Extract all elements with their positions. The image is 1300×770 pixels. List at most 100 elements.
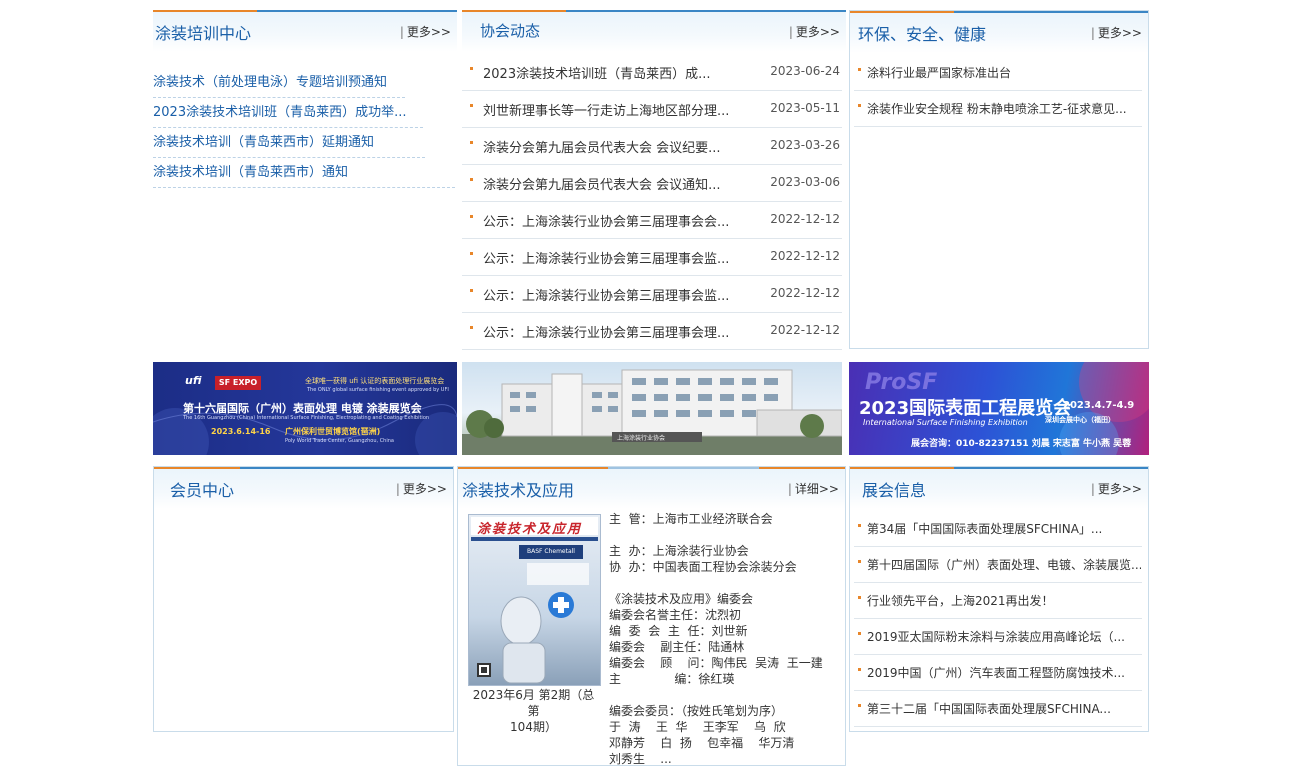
bullet-icon <box>470 326 473 329</box>
news-date: 2022-12-12 <box>770 212 840 226</box>
news-date: 2022-12-12 <box>770 323 840 337</box>
bullet-icon <box>858 524 861 527</box>
expo-title: 展会信息 <box>862 481 927 500</box>
cover-robot-illustration <box>477 563 589 684</box>
journal-editorial-info: 主 管：上海市工业经济联合会 主 办：上海涂装行业协会 协 办：中国表面工程协会… <box>609 512 823 766</box>
news-more-link[interactable]: 更多>> <box>789 23 840 40</box>
expo-panel: 展会信息 更多>> 第34届「中国国际表面处理展SFCHINA」... 第十四届… <box>849 466 1149 732</box>
news-row[interactable]: 公示：上海涂装行业协会第三届理事会监... 2022-12-12 <box>462 276 842 313</box>
header-rule <box>608 467 759 469</box>
journal-detail-link[interactable]: 详细>> <box>788 480 839 497</box>
header-accent <box>850 11 954 13</box>
ehs-item-text[interactable]: 涂装作业安全规程 粉末静电喷涂工艺-征求意见... <box>867 100 1141 117</box>
banner-venue-en: Poly World Trade Center, Guangzhou, Chin… <box>285 438 394 444</box>
training-item[interactable]: 涂装技术培训（青岛莱西市）延期通知 <box>153 131 425 158</box>
banner-tag: 全球唯一获得 ufi 认证的表面处理行业展览会 <box>305 377 445 385</box>
news-title-text[interactable]: 涂装分会第九届会员代表大会 会议通知... <box>483 174 751 193</box>
bullet-icon <box>470 178 473 181</box>
header-accent <box>458 467 608 469</box>
journal-header: 涂装技术及应用 详细>> <box>458 467 845 509</box>
bullet-icon <box>470 289 473 292</box>
banner-venue: 广州保利世贸博览馆(琶洲) <box>285 427 381 436</box>
building-sign: 上海涂装行业协会 <box>617 435 666 442</box>
expo-row[interactable]: 第34届「中国国际表面处理展SFCHINA」... <box>854 510 1142 547</box>
news-date: 2022-12-12 <box>770 249 840 263</box>
banner-date: 2023.6.14-16 <box>211 427 271 436</box>
news-date: 2022-12-12 <box>770 286 840 300</box>
training-header: 涂装培训中心 更多>> <box>153 10 457 52</box>
banner-subtitle: International Surface Finishing Exhibiti… <box>863 418 1028 427</box>
prosf-logo: ProSF <box>865 370 938 395</box>
ehs-more-link[interactable]: 更多>> <box>1091 24 1142 41</box>
expo-item-text[interactable]: 第34届「中国国际表面处理展SFCHINA」... <box>867 520 1141 537</box>
expo-header: 展会信息 更多>> <box>850 467 1148 509</box>
training-item[interactable]: 涂装技术培训（青岛莱西市）通知 <box>153 161 455 188</box>
header-accent <box>462 10 566 12</box>
journal-issue-line1: 2023年6月 第2期（总第 <box>472 688 595 718</box>
header-rule <box>954 467 1148 469</box>
expo-row[interactable]: 第十四届国际（广州）表面处理、电镀、涂装展览... <box>854 546 1142 583</box>
news-title-text[interactable]: 公示：上海涂装行业协会第三届理事会会... <box>483 211 751 230</box>
expo-row[interactable]: 2019中国（广州）汽车表面工程暨防腐蚀技术... <box>854 654 1142 691</box>
expo-row[interactable]: 第三十二届「中国国际表面处理展SFCHINA... <box>854 690 1142 727</box>
news-title-text[interactable]: 公示：上海涂装行业协会第三届理事会理... <box>483 322 751 341</box>
ehs-header: 环保、安全、健康 更多>> <box>850 11 1148 53</box>
banner-venue: 深圳会展中心（福田） <box>1045 416 1115 424</box>
expo-row[interactable]: 行业领先平台，上海2021再出发！ <box>854 582 1142 619</box>
training-more-link[interactable]: 更多>> <box>400 23 451 40</box>
bullet-icon <box>470 215 473 218</box>
bullet-icon <box>858 596 861 599</box>
ehs-row[interactable]: 涂料行业最严国家标准出台 <box>854 54 1142 91</box>
expo-item-text[interactable]: 行业领先平台，上海2021再出发！ <box>867 592 1141 609</box>
training-item[interactable]: 涂装技术（前处理电泳）专题培训预通知 <box>153 71 405 98</box>
expo-banner-shenzhen[interactable]: ProSF 2023国际表面工程展览会 International Surfac… <box>849 362 1149 455</box>
expo-more-link[interactable]: 更多>> <box>1091 480 1142 497</box>
journal-issue: 2023年6月 第2期（总第 104期） <box>468 687 599 735</box>
bullet-icon <box>858 704 861 707</box>
ehs-item-text[interactable]: 涂料行业最严国家标准出台 <box>867 64 1141 81</box>
news-row[interactable]: 涂装分会第九届会员代表大会 会议通知... 2023-03-06 <box>462 165 842 202</box>
header-rule <box>240 467 453 469</box>
news-date: 2023-03-26 <box>770 138 840 152</box>
members-header: 会员中心 更多>> <box>154 467 453 509</box>
association-building-photo[interactable]: 上海涂装行业协会 <box>462 362 842 455</box>
header-rule <box>257 10 457 12</box>
banner-title: 第十六届国际（广州）表面处理 电镀 涂装展览会 <box>183 402 422 415</box>
expo-item-text[interactable]: 第三十二届「中国国际表面处理展SFCHINA... <box>867 700 1141 717</box>
news-title-text[interactable]: 公示：上海涂装行业协会第三届理事会监... <box>483 285 751 304</box>
bullet-icon <box>858 560 861 563</box>
ehs-row[interactable]: 涂装作业安全规程 粉末静电喷涂工艺-征求意见... <box>854 90 1142 127</box>
expo-row[interactable]: 2019亚太国际粉末涂料与涂装应用高峰论坛（... <box>854 618 1142 655</box>
expo-item-text[interactable]: 2019中国（广州）汽车表面工程暨防腐蚀技术... <box>867 664 1141 681</box>
news-title: 协会动态 <box>480 22 541 40</box>
journal-panel: 涂装技术及应用 详细>> 涂装技术及应用 BASF Chemetall 2023… <box>457 466 846 766</box>
news-row[interactable]: 刘世新理事长等一行走访上海地区部分理... 2023-05-11 <box>462 91 842 128</box>
bullet-icon <box>470 104 473 107</box>
news-row[interactable]: 公示：上海涂装行业协会第三届理事会理... 2022-12-12 <box>462 313 842 350</box>
news-row[interactable]: 涂装分会第九届会员代表大会 会议纪要... 2023-03-26 <box>462 128 842 165</box>
journal-cover[interactable]: 涂装技术及应用 BASF Chemetall <box>468 514 601 686</box>
news-title-text[interactable]: 2023涂装技术培训班（青岛莱西）成... <box>483 63 751 82</box>
news-row[interactable]: 公示：上海涂装行业协会第三届理事会会... 2022-12-12 <box>462 202 842 239</box>
expo-banner-guangzhou[interactable]: ufi SF EXPO 全球唯一获得 ufi 认证的表面处理行业展览会 The … <box>153 362 457 455</box>
news-title-text[interactable]: 公示：上海涂装行业协会第三届理事会监... <box>483 248 751 267</box>
expo-item-text[interactable]: 2019亚太国际粉末涂料与涂装应用高峰论坛（... <box>867 628 1141 645</box>
header-accent <box>153 10 257 12</box>
news-title-text[interactable]: 刘世新理事长等一行走访上海地区部分理... <box>483 100 751 119</box>
header-rule <box>954 11 1148 13</box>
header-accent <box>850 467 954 469</box>
bullet-icon <box>470 67 473 70</box>
expo-item-text[interactable]: 第十四届国际（广州）表面处理、电镀、涂装展览... <box>867 556 1141 573</box>
news-row[interactable]: 公示：上海涂装行业协会第三届理事会监... 2022-12-12 <box>462 239 842 276</box>
members-title: 会员中心 <box>170 481 235 500</box>
news-panel: 协会动态 更多>> 2023涂装技术培训班（青岛莱西）成... 2023-06-… <box>462 10 846 350</box>
members-more-link[interactable]: 更多>> <box>396 480 447 497</box>
news-title-text[interactable]: 涂装分会第九届会员代表大会 会议纪要... <box>483 137 751 156</box>
header-accent-right <box>759 467 845 469</box>
ehs-panel: 环保、安全、健康 更多>> 涂料行业最严国家标准出台 涂装作业安全规程 粉末静电… <box>849 10 1149 349</box>
journal-title: 涂装技术及应用 <box>462 481 575 500</box>
training-item[interactable]: 2023涂装技术培训班（青岛莱西）成功举... <box>153 101 423 128</box>
banner-date: 2023.4.7-4.9 <box>1063 400 1135 411</box>
sf-expo-logo: SF EXPO <box>215 376 261 390</box>
news-row[interactable]: 2023涂装技术培训班（青岛莱西）成... 2023-06-24 <box>462 54 842 91</box>
